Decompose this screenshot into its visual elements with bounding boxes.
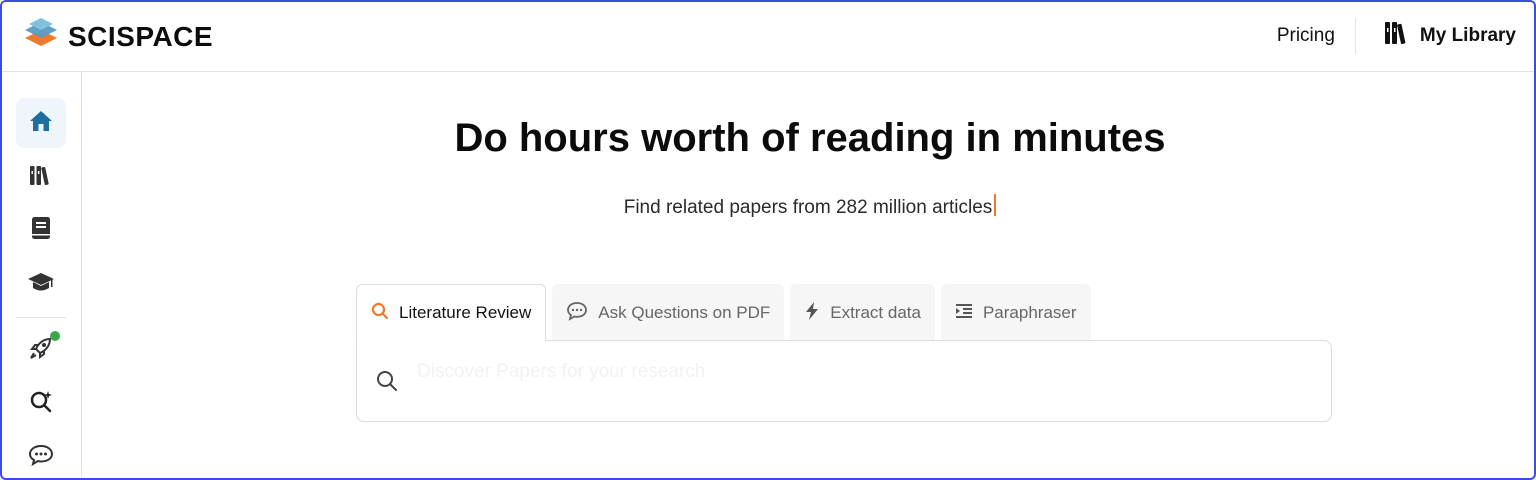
- header-nav: Pricing My Library: [1257, 2, 1516, 70]
- tab-label: Literature Review: [399, 303, 532, 322]
- brand-logo[interactable]: SCISPACE: [24, 16, 213, 57]
- tab-label: Ask Questions on PDF: [598, 303, 771, 322]
- lightning-icon: [804, 301, 820, 326]
- search-icon: [375, 369, 399, 398]
- brand-name: SCISPACE: [68, 20, 214, 52]
- tool-tabs: Literature Review Ask Questions on PDF E…: [356, 284, 1091, 342]
- my-library-link[interactable]: My Library: [1356, 20, 1516, 52]
- notebook-icon: [30, 216, 52, 245]
- sidebar-item-academy[interactable]: [16, 259, 66, 309]
- indent-icon: [955, 302, 973, 325]
- tab-ask-questions-on-pdf[interactable]: Ask Questions on PDF: [552, 284, 785, 342]
- search-input[interactable]: [417, 357, 1297, 387]
- scispace-logo-icon: [24, 16, 58, 57]
- my-library-label: My Library: [1419, 25, 1516, 46]
- top-header: SCISPACE Pricing My Library: [2, 2, 1534, 72]
- home-icon: [28, 109, 54, 138]
- hero-subtitle: Find related papers from 282 million art…: [82, 194, 1534, 219]
- search-box: [356, 340, 1332, 422]
- hero-subtitle-text: Find related papers from 282 million art…: [623, 197, 993, 218]
- sidebar-item-whats-new[interactable]: [16, 325, 66, 375]
- sidebar-item-ai-search[interactable]: [16, 378, 66, 428]
- rocket-icon: [29, 336, 53, 365]
- sidebar-item-home[interactable]: [16, 98, 66, 148]
- tab-extract-data[interactable]: Extract data: [790, 284, 935, 342]
- tab-paraphraser[interactable]: Paraphraser: [940, 284, 1091, 342]
- search-icon: [371, 302, 389, 325]
- page-title: Do hours worth of reading in minutes: [454, 116, 1166, 160]
- ai-search-icon: [29, 389, 53, 418]
- app-window: SCISPACE Pricing My Library Do hours wor…: [0, 0, 1536, 480]
- sidebar-item-chat[interactable]: [16, 432, 66, 478]
- pricing-link[interactable]: Pricing: [1257, 25, 1355, 47]
- tab-literature-review[interactable]: Literature Review: [356, 284, 547, 342]
- sidebar-divider: [16, 317, 66, 318]
- sidebar-item-notebook[interactable]: [16, 205, 66, 255]
- chat-bubble-icon: [566, 301, 588, 326]
- typing-caret: [994, 194, 997, 216]
- sidebar-item-library[interactable]: [16, 152, 66, 202]
- notification-dot: [50, 331, 60, 341]
- left-sidebar: [2, 72, 82, 478]
- tab-label: Paraphraser: [982, 303, 1077, 322]
- library-icon: [29, 163, 53, 192]
- graduation-cap-icon: [27, 271, 55, 298]
- library-icon: [1384, 20, 1410, 52]
- tab-label: Extract data: [830, 303, 921, 322]
- main-content: Do hours worth of reading in minutes Fin…: [82, 72, 1534, 478]
- chat-icon: [28, 443, 54, 472]
